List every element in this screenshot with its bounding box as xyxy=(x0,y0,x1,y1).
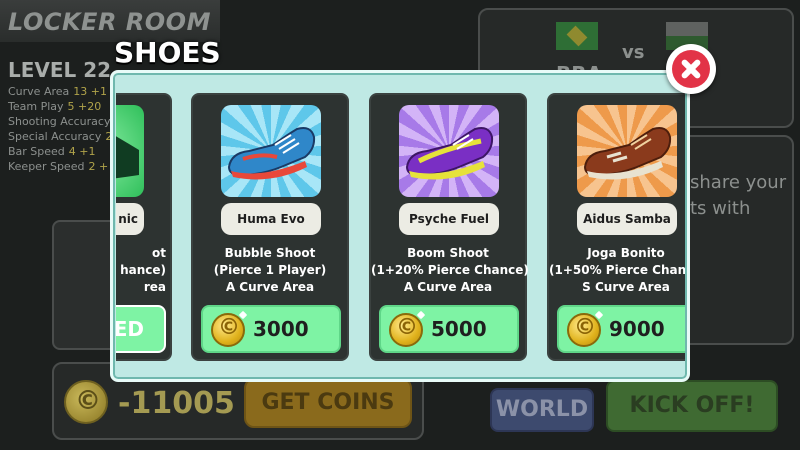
stat-row: Curve Area 13 +1 xyxy=(8,85,107,98)
shoe-name-partial: nic xyxy=(116,203,144,235)
stat-row: Keeper Speed 2 + xyxy=(8,160,109,173)
stat-row: Shooting Accuracy xyxy=(8,115,111,128)
shoe-name: Aidus Samba xyxy=(577,203,677,235)
shoe-card[interactable]: Psyche Fuel Boom Shoot (1+20% Pierce Cha… xyxy=(369,93,529,361)
stats-list: Curve Area 13 +1 Team Play 5 +20 Shooting … xyxy=(8,84,114,174)
stat-row: Bar Speed 4 +1 xyxy=(8,145,96,158)
shoe-red-blue-icon xyxy=(227,127,316,180)
shoe-brown-orange-icon xyxy=(583,127,672,180)
buy-button[interactable]: 5000 xyxy=(379,305,519,353)
shoes-carousel[interactable]: nic ot hance) rea ED Huma Evo Bubble Sho… xyxy=(116,80,685,376)
coin-icon xyxy=(211,313,245,347)
shoe-description: Boom Shoot (1+20% Pierce Chance) A Curve… xyxy=(371,246,529,294)
shoe-card-partial[interactable]: nic ot hance) rea ED xyxy=(116,93,172,361)
shoe-name: Psyche Fuel xyxy=(399,203,499,235)
price: 9000 xyxy=(609,317,665,341)
shoe-green-icon xyxy=(116,136,139,179)
coin-icon xyxy=(567,313,601,347)
share-text: share your ts with xyxy=(690,172,787,219)
equipped-button[interactable]: ED xyxy=(116,305,166,353)
shoe-image xyxy=(399,105,499,197)
coin-balance: -11005 xyxy=(118,386,235,421)
shoe-image xyxy=(221,105,321,197)
stat-row: Special Accuracy 2 xyxy=(8,130,113,143)
world-button: WORLD xyxy=(490,388,594,432)
shoe-description: Bubble Shoot (Pierce 1 Player) A Curve A… xyxy=(213,246,327,294)
close-icon xyxy=(672,50,710,88)
close-button[interactable] xyxy=(666,44,716,94)
modal-title: SHOES xyxy=(114,36,221,69)
buy-button[interactable]: 9000 xyxy=(557,305,685,353)
coin-icon xyxy=(64,380,108,424)
shoe-image xyxy=(577,105,677,197)
stat-row: Team Play 5 +20 xyxy=(8,100,102,113)
shoe-desc-partial: ot hance) rea xyxy=(120,246,166,294)
coin-icon xyxy=(389,313,423,347)
get-coins-button: GET COINS xyxy=(244,378,412,428)
kick-off-button: KICK OFF! xyxy=(606,380,778,432)
shoe-purple-yellow-icon xyxy=(405,127,494,180)
shoe-card[interactable]: Aidus Samba Joga Bonito (1+50% Pierce Ch… xyxy=(547,93,685,361)
buy-button[interactable]: 3000 xyxy=(201,305,341,353)
shoe-image-partial xyxy=(116,105,144,197)
brazil-flag-icon xyxy=(556,22,598,50)
shoe-card[interactable]: Huma Evo Bubble Shoot (Pierce 1 Player) … xyxy=(191,93,349,361)
shoe-description: Joga Bonito (1+50% Pierce Chance) S Curv… xyxy=(549,246,685,294)
vs-label: vs xyxy=(622,42,645,63)
price: 5000 xyxy=(431,317,487,341)
shoe-name: Huma Evo xyxy=(221,203,321,235)
level-label: LEVEL 22 xyxy=(8,58,112,82)
price: 3000 xyxy=(253,317,309,341)
